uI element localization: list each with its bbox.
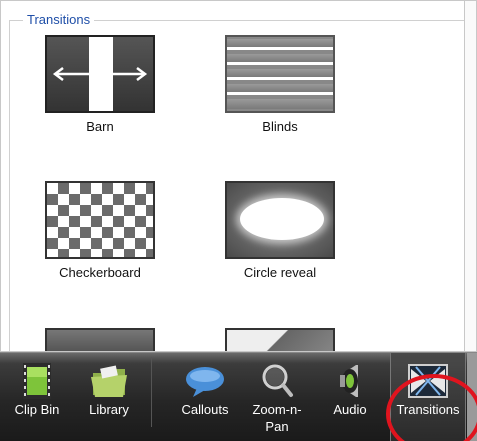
library-label: Library: [89, 402, 129, 417]
circle-reveal-oval: [240, 198, 324, 240]
blind-slat: [227, 54, 333, 65]
transition-icon: [408, 364, 448, 398]
blind-slat: [227, 69, 333, 80]
zoom-n-pan-button[interactable]: Zoom-n-Pan: [242, 353, 312, 441]
toolbar-separator: [151, 357, 152, 427]
clip-bin-button[interactable]: Clip Bin: [2, 353, 72, 441]
blind-slat: [227, 84, 333, 95]
transition-thumbnail-blinds[interactable]: [225, 35, 335, 113]
transition-thumbnail-checkerboard[interactable]: [45, 181, 155, 259]
transition-thumbnail-partial[interactable]: [45, 328, 155, 351]
group-border-left: [9, 20, 10, 351]
transition-thumbnail-partial[interactable]: [225, 328, 335, 351]
arrow-right-icon: [111, 67, 148, 81]
magnifier-icon: [262, 364, 293, 397]
blind-slat: [227, 39, 333, 50]
film-strip-icon: [23, 363, 51, 399]
blind-slat: [227, 99, 333, 109]
folder-icon: [91, 365, 127, 397]
speaker-icon: [340, 365, 358, 397]
transition-thumbnail-barn[interactable]: [45, 35, 155, 113]
toolbar-end-cap: [467, 353, 477, 441]
callouts-label: Callouts: [181, 402, 229, 417]
transitions-button[interactable]: Transitions: [390, 353, 466, 441]
clip-bin-label: Clip Bin: [14, 402, 60, 417]
speech-bubble-icon: [186, 367, 224, 397]
audio-label: Audio: [333, 402, 367, 417]
vertical-scrollbar[interactable]: [464, 1, 476, 351]
library-button[interactable]: Library: [74, 353, 144, 441]
transition-thumbnail-circle-reveal[interactable]: [225, 181, 335, 259]
transition-label-barn: Barn: [86, 119, 114, 134]
audio-button[interactable]: Audio: [318, 353, 382, 441]
transitions-label: Transitions: [396, 402, 460, 417]
group-title: Transitions: [23, 12, 95, 28]
transitions-panel: Transitions Barn Blinds Checkerboard Cir…: [0, 0, 477, 352]
transition-label-circle-reveal: Circle reveal: [243, 265, 317, 280]
callouts-button[interactable]: Callouts: [172, 353, 238, 441]
transition-label-checkerboard: Checkerboard: [59, 265, 141, 280]
transition-label-blinds: Blinds: [262, 119, 298, 134]
zoom-n-pan-label: Zoom-n-Pan: [252, 402, 302, 434]
task-toolbar: Clip Bin Library Callouts Zoom-n-Pan Aud…: [0, 352, 477, 441]
arrow-left-icon: [52, 67, 89, 81]
